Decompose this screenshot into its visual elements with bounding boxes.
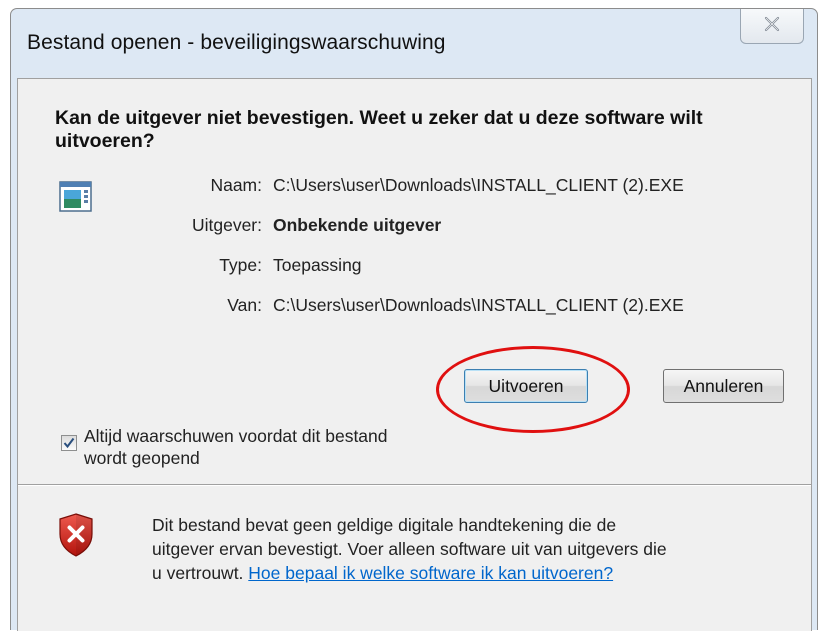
always-warn-label[interactable]: Altijd waarschuwen voordat dit bestand w… <box>84 425 484 469</box>
run-button[interactable]: Uitvoeren <box>464 369 588 403</box>
from-value: C:\Users\user\Downloads\INSTALL_CLIENT (… <box>273 295 684 315</box>
checkbox-label-line2: wordt geopend <box>84 448 200 468</box>
window-title: Bestand openen - beveiligingswaarschuwin… <box>27 31 446 54</box>
help-link[interactable]: Hoe bepaal ik welke software ik kan uitv… <box>248 563 613 583</box>
close-icon <box>741 12 803 40</box>
warning-line3: u vertrouwt. Hoe bepaal ik welke softwar… <box>152 561 802 585</box>
from-label: Van: <box>227 295 262 315</box>
shield-x-icon <box>56 512 96 558</box>
name-label: Naam: <box>210 175 262 195</box>
separator <box>18 484 811 486</box>
warning-line3-prefix: u vertrouwt. <box>152 563 249 583</box>
dialog-body: Kan de uitgever niet bevestigen. Weet u … <box>17 78 812 631</box>
dialog-window: Bestand openen - beveiligingswaarschuwin… <box>10 8 818 631</box>
warning-line1: Dit bestand bevat geen geldige digitale … <box>152 515 617 535</box>
warning-line2: uitgever ervan bevestigt. Voer alleen so… <box>152 539 667 559</box>
application-window-icon <box>58 179 94 215</box>
type-label: Type: <box>219 255 262 275</box>
checkmark-icon <box>63 437 75 449</box>
dialog-heading: Kan de uitgever niet bevestigen. Weet u … <box>55 107 703 152</box>
warning-message: Dit bestand bevat geen geldige digitale … <box>152 513 802 585</box>
name-value: C:\Users\user\Downloads\INSTALL_CLIENT (… <box>273 175 684 195</box>
cancel-button[interactable]: Annuleren <box>663 369 784 403</box>
publisher-value: Onbekende uitgever <box>273 215 442 235</box>
checkbox-label-line1: Altijd waarschuwen voordat dit bestand <box>84 426 388 446</box>
close-button[interactable] <box>740 9 804 44</box>
always-warn-checkbox[interactable] <box>61 435 77 451</box>
type-value: Toepassing <box>273 255 362 275</box>
publisher-label: Uitgever: <box>191 215 262 235</box>
